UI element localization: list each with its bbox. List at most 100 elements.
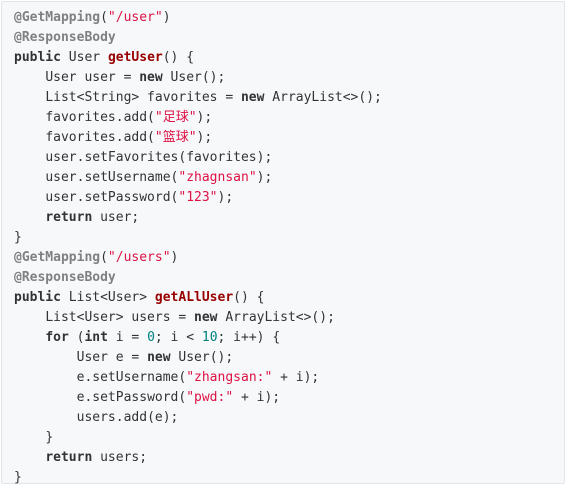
code-token-plain: ArrayList<>(); — [264, 90, 382, 105]
code-line: public List<User> getALlUser() { — [14, 288, 564, 308]
code-line: user.setUsername("zhagnsan"); — [14, 168, 564, 188]
code-line: @ResponseBody — [14, 28, 564, 48]
code-token-plain: User — [60, 50, 108, 65]
code-token-plain: } — [14, 230, 22, 245]
code-line: return users; — [14, 448, 564, 468]
code-token-kw: new — [147, 350, 171, 365]
code-token-str: "pwd:" — [186, 390, 234, 405]
code-token-plain: () { — [162, 50, 195, 65]
code-line: e.setPassword("pwd:" + i); — [14, 388, 564, 408]
code-token-plain: favorites.add( — [45, 110, 155, 125]
code-token-fn: getALlUser — [154, 290, 234, 305]
code-line: } — [14, 228, 564, 248]
code-token-plain: user.setPassword( — [45, 190, 179, 205]
code-token-plain: ( — [68, 330, 85, 345]
code-token-plain: List<User> — [60, 290, 155, 305]
code-token-plain: () { — [233, 290, 265, 305]
code-token-plain: user.setFavorites(favorites); — [45, 150, 273, 165]
code-token-kw: public — [14, 50, 61, 65]
code-line: for (int i = 0; i < 10; i++) { — [14, 328, 564, 348]
code-token-kw: int — [84, 330, 108, 345]
code-token-plain: User user = — [45, 70, 140, 85]
code-token-kw: for — [45, 330, 69, 345]
code-line: user.setFavorites(favorites); — [14, 148, 564, 168]
code-token-plain: e.setUsername( — [76, 370, 187, 385]
code-line: @ResponseBody — [14, 268, 564, 288]
code-line: User e = new User(); — [14, 348, 564, 368]
code-token-plain: User e = — [76, 350, 148, 365]
code-token-plain: user.setUsername( — [45, 170, 179, 185]
code-token-plain: + i); — [233, 390, 281, 405]
code-token-str: "zhagnsan" — [178, 170, 257, 185]
code-line: List<User> users = new ArrayList<>(); — [14, 308, 564, 328]
code-token-annot: @GetMapping — [14, 250, 101, 265]
code-token-plain: ( — [100, 250, 108, 265]
code-token-plain: ) — [162, 10, 171, 25]
code-token-kw: return — [45, 210, 93, 225]
code-token-annot: @ResponseBody — [14, 270, 116, 285]
code-line: List<String> favorites = new ArrayList<>… — [14, 88, 564, 108]
code-token-kw: new — [139, 70, 163, 85]
code-line: User user = new User(); — [14, 68, 564, 88]
code-token-plain: ) — [170, 250, 179, 265]
code-token-kw: public — [14, 290, 61, 305]
code-token-plain: ); — [196, 130, 213, 145]
code-line: favorites.add("足球"); — [14, 108, 564, 128]
code-token-plain: users; — [92, 450, 148, 465]
code-token-plain: ArrayList<>(); — [217, 310, 335, 325]
code-token-plain: User(); — [162, 70, 226, 85]
code-token-annot: @GetMapping — [14, 10, 101, 25]
code-line: return user; — [14, 208, 564, 228]
code-token-num: 10 — [201, 330, 218, 345]
code-token-plain: ); — [196, 110, 213, 125]
code-token-plain: ); — [217, 190, 234, 205]
code-token-plain: favorites.add( — [45, 130, 155, 145]
code-token-str: "篮球" — [154, 130, 197, 145]
code-token-plain: } — [14, 470, 22, 485]
code-token-kw: new — [194, 310, 218, 325]
code-line: e.setUsername("zhangsan:" + i); — [14, 368, 564, 388]
code-token-plain: } — [45, 430, 54, 445]
code-block: @GetMapping("/user") @ResponseBody public … — [1, 1, 565, 485]
code-token-str: "123" — [178, 190, 218, 205]
code-token-plain: users.add(e); — [76, 410, 179, 425]
code-token-fn: getUser — [107, 50, 163, 65]
code-token-str: "足球" — [154, 110, 197, 125]
code-token-annot: @ResponseBody — [14, 30, 116, 45]
code-token-plain: User(); — [170, 350, 234, 365]
code-line: } — [14, 468, 564, 488]
code-token-plain: user; — [92, 210, 140, 225]
code-token-str: "/user" — [107, 10, 163, 25]
code-token-plain: List<String> favorites = — [45, 90, 241, 105]
code-token-kw: return — [45, 450, 93, 465]
code-token-num: 0 — [147, 330, 155, 345]
code-token-plain: ( — [100, 10, 108, 25]
code-token-str: "/users" — [107, 250, 171, 265]
code-line: @GetMapping("/user") — [14, 8, 564, 28]
code-token-kw: new — [240, 90, 265, 105]
code-token-plain: + i); — [272, 370, 320, 385]
code-token-plain: List<User> users = — [45, 310, 195, 325]
code-lines: @GetMapping("/user") @ResponseBody public … — [14, 8, 564, 488]
code-token-str: "zhangsan:" — [186, 370, 273, 385]
code-line: @GetMapping("/users") — [14, 248, 564, 268]
code-token-plain: ; i++) { — [217, 330, 281, 345]
code-line: public User getUser() { — [14, 48, 564, 68]
code-token-plain: e.setPassword( — [76, 390, 187, 405]
code-token-plain: ); — [256, 170, 273, 185]
code-line: users.add(e); — [14, 408, 564, 428]
